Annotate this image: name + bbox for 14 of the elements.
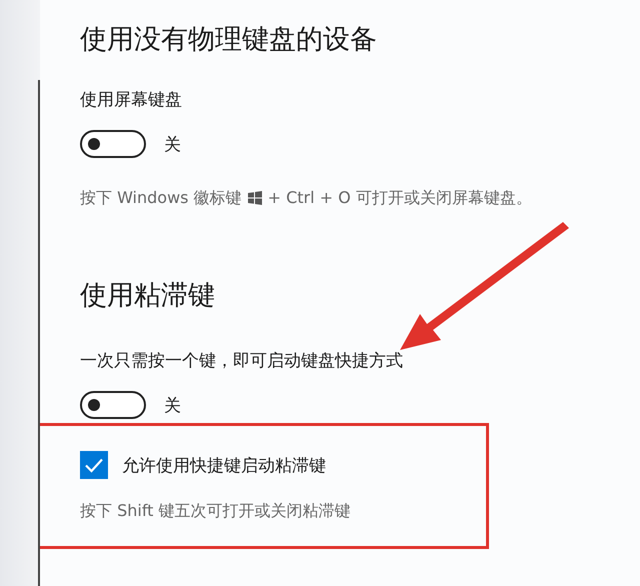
checkbox[interactable] [80, 451, 108, 479]
hint-text: 按下 Windows 徽标键 [80, 188, 242, 208]
toggle-state-label: 关 [164, 394, 181, 416]
toggle-state-label: 关 [164, 134, 181, 156]
setting-label: 一次只需按一个键，即可启动键盘快捷方式 [80, 350, 404, 373]
toggle-switch[interactable] [80, 130, 146, 158]
checkbox-label[interactable]: 允许使用快捷键启动粘滞键 [122, 454, 326, 476]
section-heading: 使用没有物理键盘的设备 [80, 23, 378, 57]
windows-logo-icon [248, 191, 262, 205]
setting-label: 使用屏幕键盘 [80, 89, 183, 112]
toggle-switch[interactable] [80, 391, 146, 419]
section-heading: 使用粘滞键 [80, 279, 216, 313]
hint-text: 按下 Shift 键五次可打开或关闭粘滞键 [80, 501, 351, 521]
hint-text: + Ctrl + O 可打开或关闭屏幕键盘。 [268, 188, 532, 208]
